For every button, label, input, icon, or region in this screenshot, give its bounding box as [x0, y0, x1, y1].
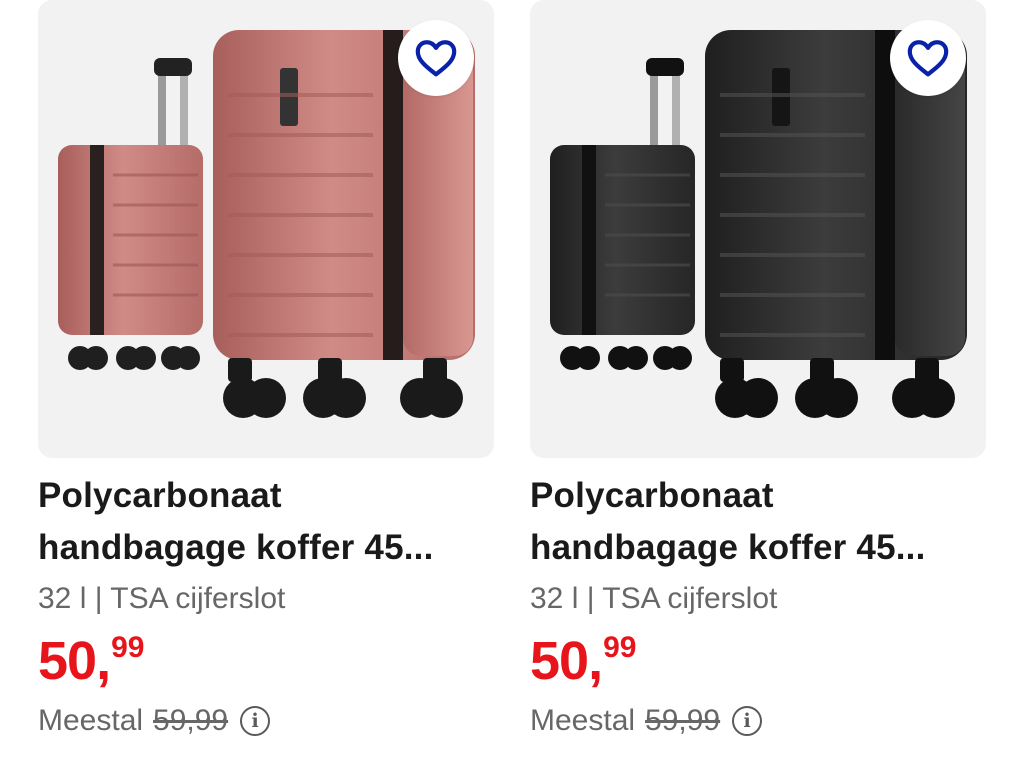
product-card[interactable]: Polycarbonaat handbagage koffer 45... 32… — [38, 0, 496, 775]
price-main: 50, — [530, 631, 603, 691]
regular-price-label: Meestal — [530, 704, 636, 737]
product-specs: 32 l | TSA cijferslot — [38, 582, 286, 615]
product-title[interactable]: Polycarbonaat handbagage koffer 45... — [38, 470, 500, 574]
heart-outline-icon — [415, 40, 457, 77]
product-grid: Polycarbonaat handbagage koffer 45... 32… — [0, 0, 1024, 775]
product-specs: 32 l | TSA cijferslot — [530, 582, 778, 615]
regular-price: Meestal 59,99 i — [38, 704, 271, 738]
regular-price-value: 59,99 — [645, 704, 721, 737]
product-title[interactable]: Polycarbonaat handbagage koffer 45... — [530, 470, 992, 574]
info-circle-icon[interactable]: i — [732, 706, 763, 736]
product-price: 50,99 — [38, 630, 144, 692]
favorite-button[interactable] — [890, 20, 966, 96]
price-main: 50, — [38, 631, 111, 691]
product-price: 50,99 — [530, 630, 636, 692]
product-title-line2: handbagage koffer 45... — [38, 528, 434, 567]
product-card[interactable]: Polycarbonaat handbagage koffer 45... 32… — [530, 0, 988, 775]
product-image[interactable] — [530, 0, 986, 458]
regular-price-value: 59,99 — [153, 704, 229, 737]
product-image[interactable] — [38, 0, 494, 458]
regular-price: Meestal 59,99 i — [530, 704, 763, 738]
price-cents: 99 — [603, 631, 637, 664]
product-title-line2: handbagage koffer 45... — [530, 528, 926, 567]
info-circle-icon[interactable]: i — [240, 706, 271, 736]
product-title-line1: Polycarbonaat — [38, 476, 282, 515]
heart-outline-icon — [907, 40, 949, 77]
price-cents: 99 — [111, 631, 145, 664]
favorite-button[interactable] — [398, 20, 474, 96]
regular-price-label: Meestal — [38, 704, 144, 737]
product-title-line1: Polycarbonaat — [530, 476, 774, 515]
